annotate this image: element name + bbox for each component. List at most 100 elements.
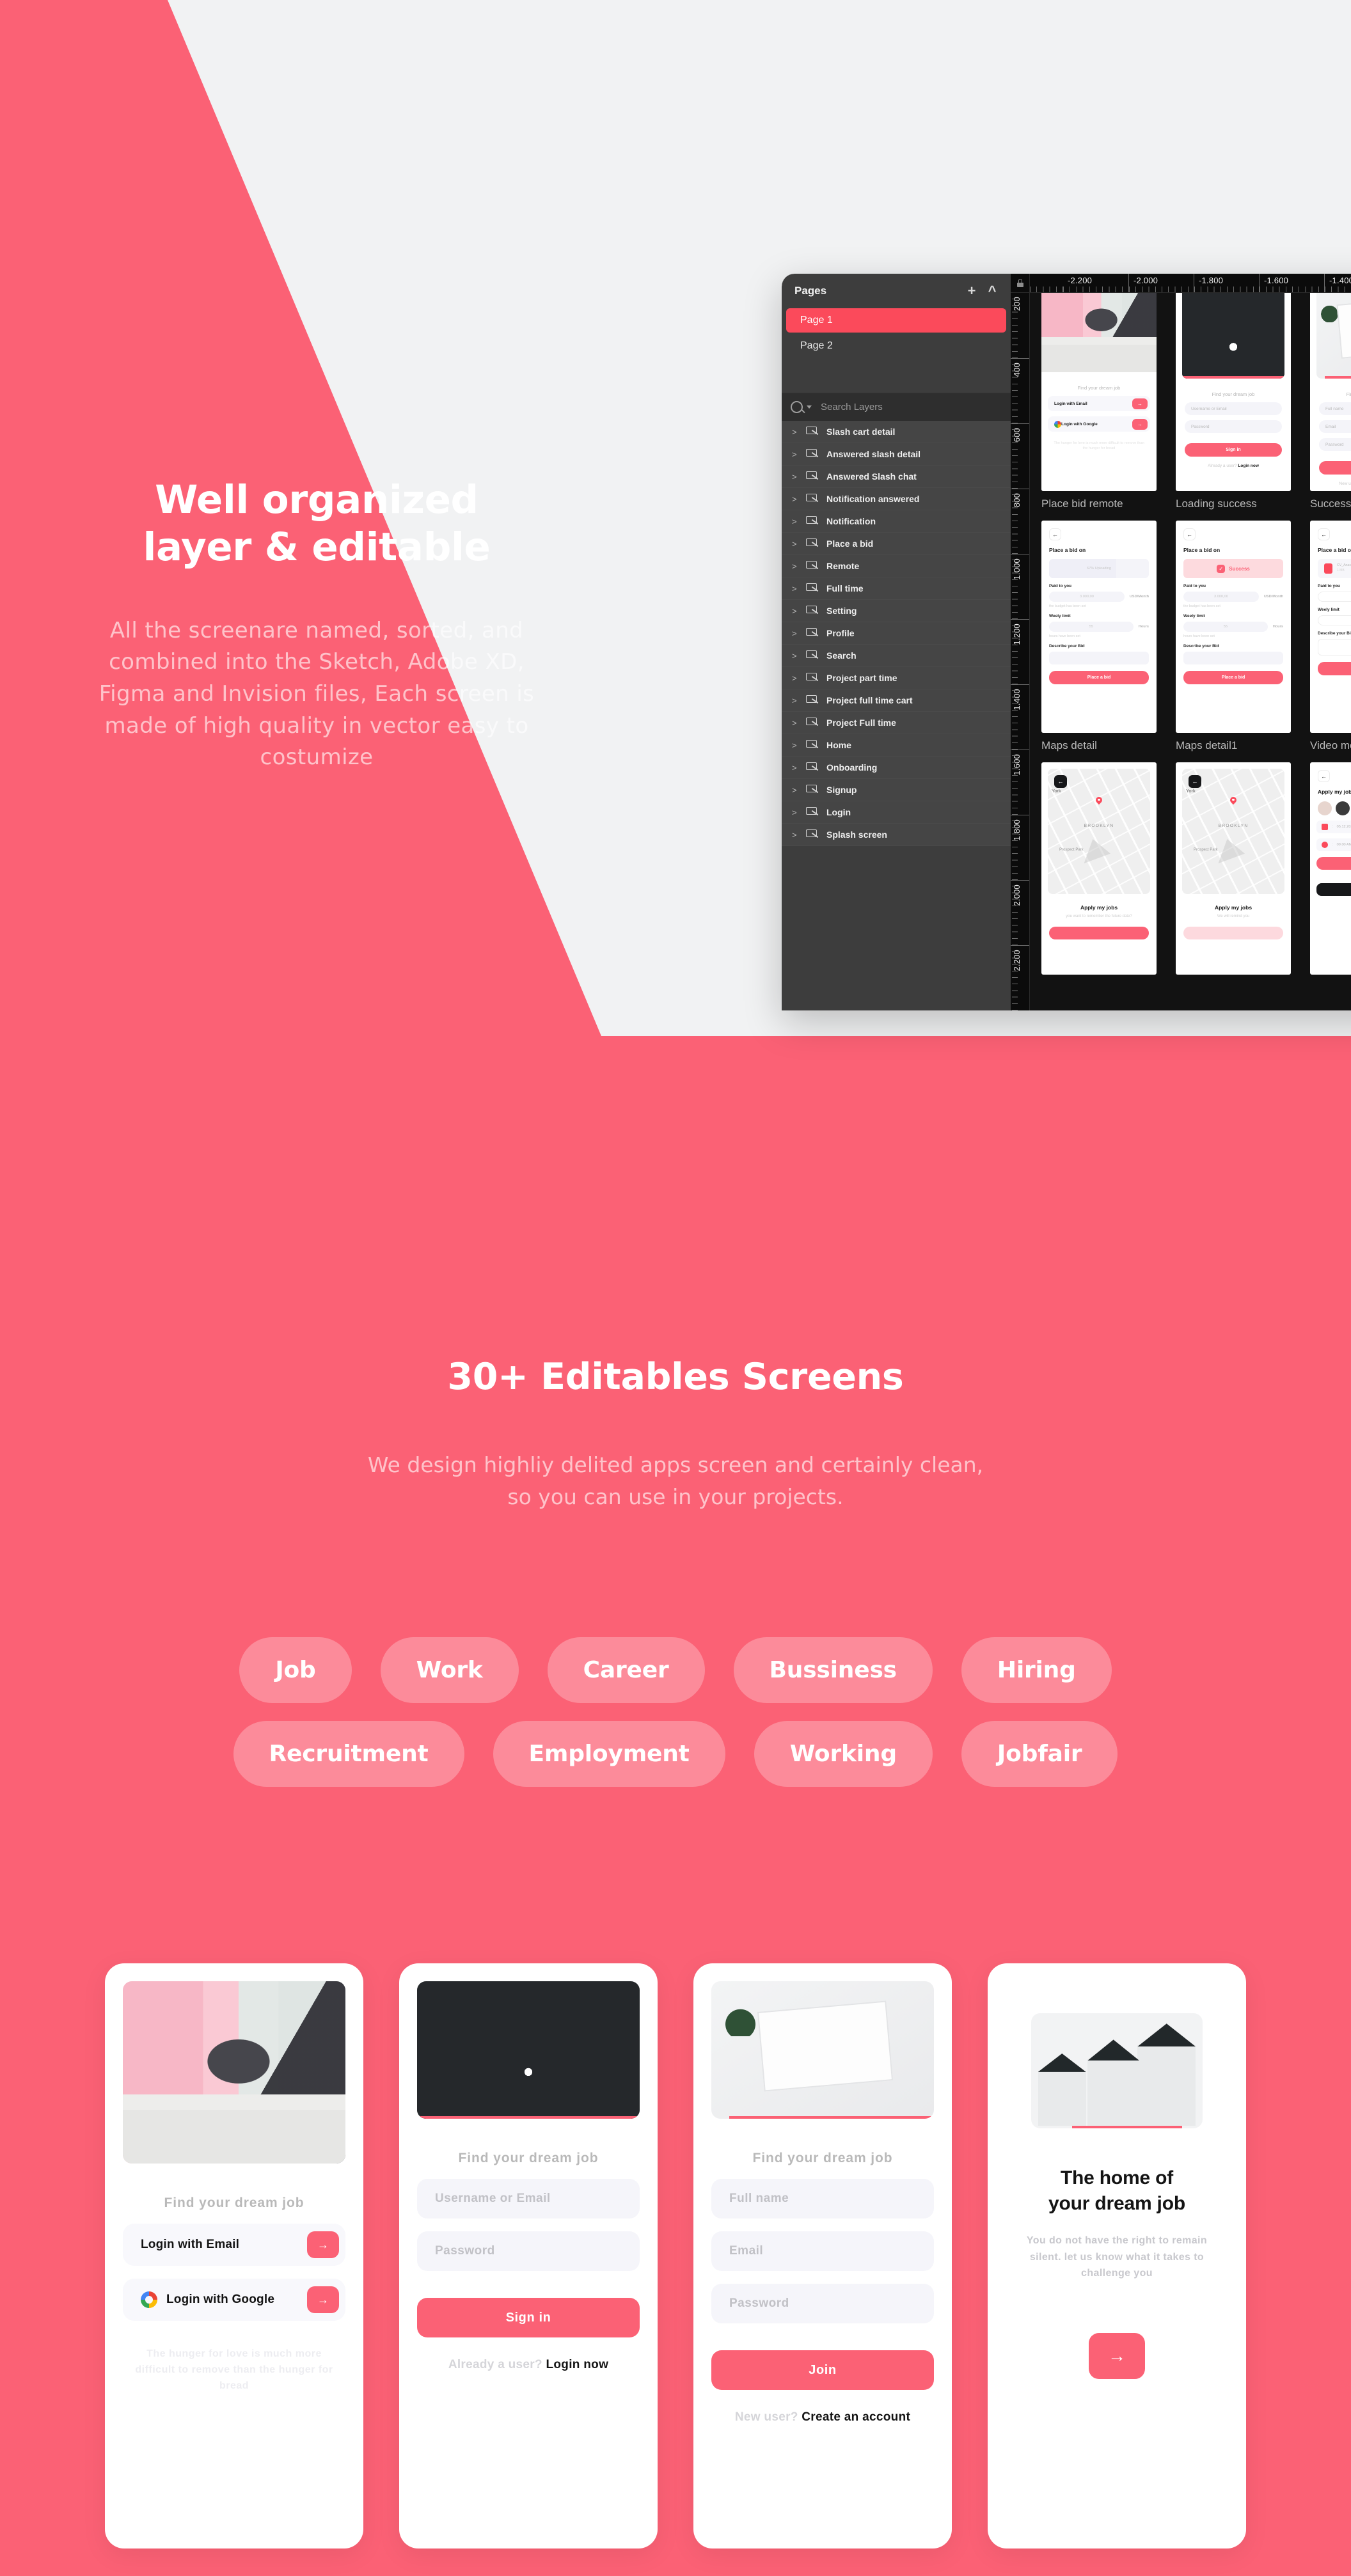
keyword-pill[interactable]: Hiring: [961, 1637, 1112, 1703]
chevron-right-icon[interactable]: >: [792, 673, 800, 683]
layer-row[interactable]: > Remote: [782, 555, 1011, 577]
canvas-artboards[interactable]: Find your dream job Login with Email → L…: [1030, 293, 1351, 1010]
layer-row[interactable]: > Slash cart detail: [782, 421, 1011, 443]
arrow-left-icon[interactable]: ←: [1054, 775, 1067, 788]
chevron-right-icon[interactable]: >: [792, 539, 800, 549]
arrow-left-icon[interactable]: ←: [1318, 528, 1330, 540]
artboard-field[interactable]: Username or Email: [1185, 402, 1282, 415]
arrow-right-icon[interactable]: →: [1132, 418, 1148, 430]
fullname-field[interactable]: Full name: [711, 2179, 934, 2219]
artboard-maps-detail[interactable]: ← York BROOKLYN Prospect Park Apply my j…: [1041, 762, 1157, 975]
chevron-right-icon[interactable]: >: [792, 450, 800, 459]
artboard-maps-detail1[interactable]: ← York BROOKLYN Prospect Park Apply my j…: [1176, 762, 1291, 975]
card-login-social[interactable]: Find your dream job Login with Email → L…: [105, 1963, 363, 2549]
chevron-right-icon[interactable]: >: [792, 830, 800, 840]
footer-link[interactable]: Login now: [1238, 464, 1259, 468]
chevron-right-icon[interactable]: >: [792, 494, 800, 504]
layer-row[interactable]: > Signup: [782, 779, 1011, 801]
page-item-2[interactable]: Page 2: [786, 334, 1006, 358]
artboard-field[interactable]: Email: [1319, 420, 1351, 433]
artboard-field[interactable]: Password: [1319, 438, 1351, 451]
artboard-signin-button[interactable]: Sign in: [1185, 443, 1282, 457]
layer-list[interactable]: > Slash cart detail > Answered slash detail…: [782, 421, 1011, 1010]
artboard-signup[interactable]: Find your dream job Full name Email Pass…: [1310, 293, 1351, 491]
layer-row[interactable]: > Place a bid: [782, 533, 1011, 555]
arrow-right-icon[interactable]: →: [1132, 398, 1148, 409]
card-login-email-row[interactable]: Login with Email →: [123, 2224, 345, 2266]
chevron-right-icon[interactable]: >: [792, 629, 800, 638]
chevron-right-icon[interactable]: >: [792, 427, 800, 437]
chevron-right-icon[interactable]: >: [792, 808, 800, 817]
layer-row[interactable]: > Setting: [782, 600, 1011, 622]
card-login-google-row[interactable]: Login with Google →: [123, 2279, 345, 2321]
keyword-pill[interactable]: Job: [239, 1637, 352, 1703]
artboard-signin[interactable]: Find your dream job Username or Email Pa…: [1176, 293, 1291, 491]
arrow-left-icon[interactable]: ←: [1189, 775, 1201, 788]
keyword-pill[interactable]: Working: [754, 1721, 933, 1787]
footer-link[interactable]: Create an account: [802, 2410, 910, 2424]
search-layers-bar[interactable]: Search Layers: [782, 393, 1011, 421]
chevron-right-icon[interactable]: >: [792, 584, 800, 593]
layer-row[interactable]: > Project full time cart: [782, 689, 1011, 712]
chat-button[interactable]: Cha: [1316, 883, 1351, 896]
pay-field[interactable]: 3.000,00: [1183, 592, 1259, 602]
username-field[interactable]: Username or Email: [417, 2179, 640, 2219]
place-bid-button[interactable]: Place a bid: [1318, 662, 1351, 675]
page-item-1[interactable]: Page 1: [786, 308, 1006, 333]
next-button[interactable]: →: [1089, 2332, 1145, 2379]
arrow-left-icon[interactable]: ←: [1049, 528, 1061, 540]
artboard-cta[interactable]: [1049, 927, 1149, 939]
chevron-right-icon[interactable]: >: [792, 741, 800, 750]
join-meeting-button[interactable]: Join m: [1316, 857, 1351, 870]
keyword-pill[interactable]: Work: [380, 1637, 519, 1703]
arrow-left-icon[interactable]: ←: [1318, 770, 1330, 782]
figma-canvas[interactable]: -2.200-2.000-1.800-1.600-1.400-1.200 200…: [1011, 274, 1351, 1010]
chevron-right-icon[interactable]: >: [792, 562, 800, 571]
artboard-login-google-row[interactable]: Login with Google →: [1048, 416, 1150, 432]
artboard-login-social[interactable]: Find your dream job Login with Email → L…: [1041, 293, 1157, 491]
chevron-right-icon[interactable]: >: [792, 718, 800, 728]
card-signin[interactable]: Find your dream job Username or Email Pa…: [399, 1963, 658, 2549]
describe-textarea[interactable]: [1049, 652, 1149, 664]
layer-row[interactable]: > Login: [782, 801, 1011, 824]
chevron-right-icon[interactable]: >: [792, 517, 800, 526]
layer-row[interactable]: > Project Full time: [782, 712, 1011, 734]
artboard-cta[interactable]: [1183, 927, 1283, 939]
artboard-video-meeting[interactable]: ← Apply my jobs : 05.12.202 : 09.00 AM: [1310, 762, 1351, 975]
password-field[interactable]: Password: [711, 2284, 934, 2323]
footer-link[interactable]: Login now: [546, 2358, 608, 2371]
layer-row[interactable]: > Onboarding: [782, 757, 1011, 779]
artboard-join-button[interactable]: Join: [1319, 461, 1351, 475]
map-view[interactable]: ← York BROOKLYN Prospect Park: [1048, 769, 1150, 894]
signin-button[interactable]: Sign in: [417, 2298, 640, 2337]
layer-row[interactable]: > Answered Slash chat: [782, 466, 1011, 488]
layer-row[interactable]: > Answered slash detail: [782, 443, 1011, 466]
keyword-pill[interactable]: Career: [547, 1637, 705, 1703]
keyword-pill[interactable]: Bussiness: [733, 1637, 933, 1703]
arrow-left-icon[interactable]: ←: [1183, 528, 1196, 540]
card-onboarding[interactable]: The home of your dream job You do not ha…: [988, 1963, 1246, 2549]
chevron-right-icon[interactable]: >: [792, 785, 800, 795]
describe-textarea[interactable]: [1318, 639, 1351, 656]
email-field[interactable]: Email: [711, 2231, 934, 2271]
layer-row[interactable]: > Profile: [782, 622, 1011, 645]
artboard-field[interactable]: Full name: [1319, 402, 1351, 415]
keyword-pill[interactable]: Jobfair: [961, 1721, 1118, 1787]
layer-row[interactable]: > Home: [782, 734, 1011, 757]
ruler-corner[interactable]: [1011, 274, 1030, 293]
keyword-pill[interactable]: Employment: [493, 1721, 725, 1787]
layer-row[interactable]: > Splash screen: [782, 824, 1011, 846]
plus-icon[interactable]: +: [963, 283, 980, 299]
join-button[interactable]: Join: [711, 2350, 934, 2390]
password-field[interactable]: Password: [417, 2231, 640, 2271]
artboard-login-email-row[interactable]: Login with Email →: [1048, 396, 1150, 411]
chevron-right-icon[interactable]: >: [792, 763, 800, 773]
describe-textarea[interactable]: [1183, 652, 1283, 664]
layer-row[interactable]: > Notification answered: [782, 488, 1011, 510]
layer-row[interactable]: > Full time: [782, 577, 1011, 600]
artboard-loading-success[interactable]: ← Place a bid on ✓ Success Paid to you 3…: [1176, 521, 1291, 733]
layer-row[interactable]: > Notification: [782, 510, 1011, 533]
pay-field[interactable]: 3.000,00: [1049, 592, 1125, 602]
place-bid-button[interactable]: Place a bid: [1183, 671, 1283, 684]
chevron-right-icon[interactable]: >: [792, 651, 800, 661]
